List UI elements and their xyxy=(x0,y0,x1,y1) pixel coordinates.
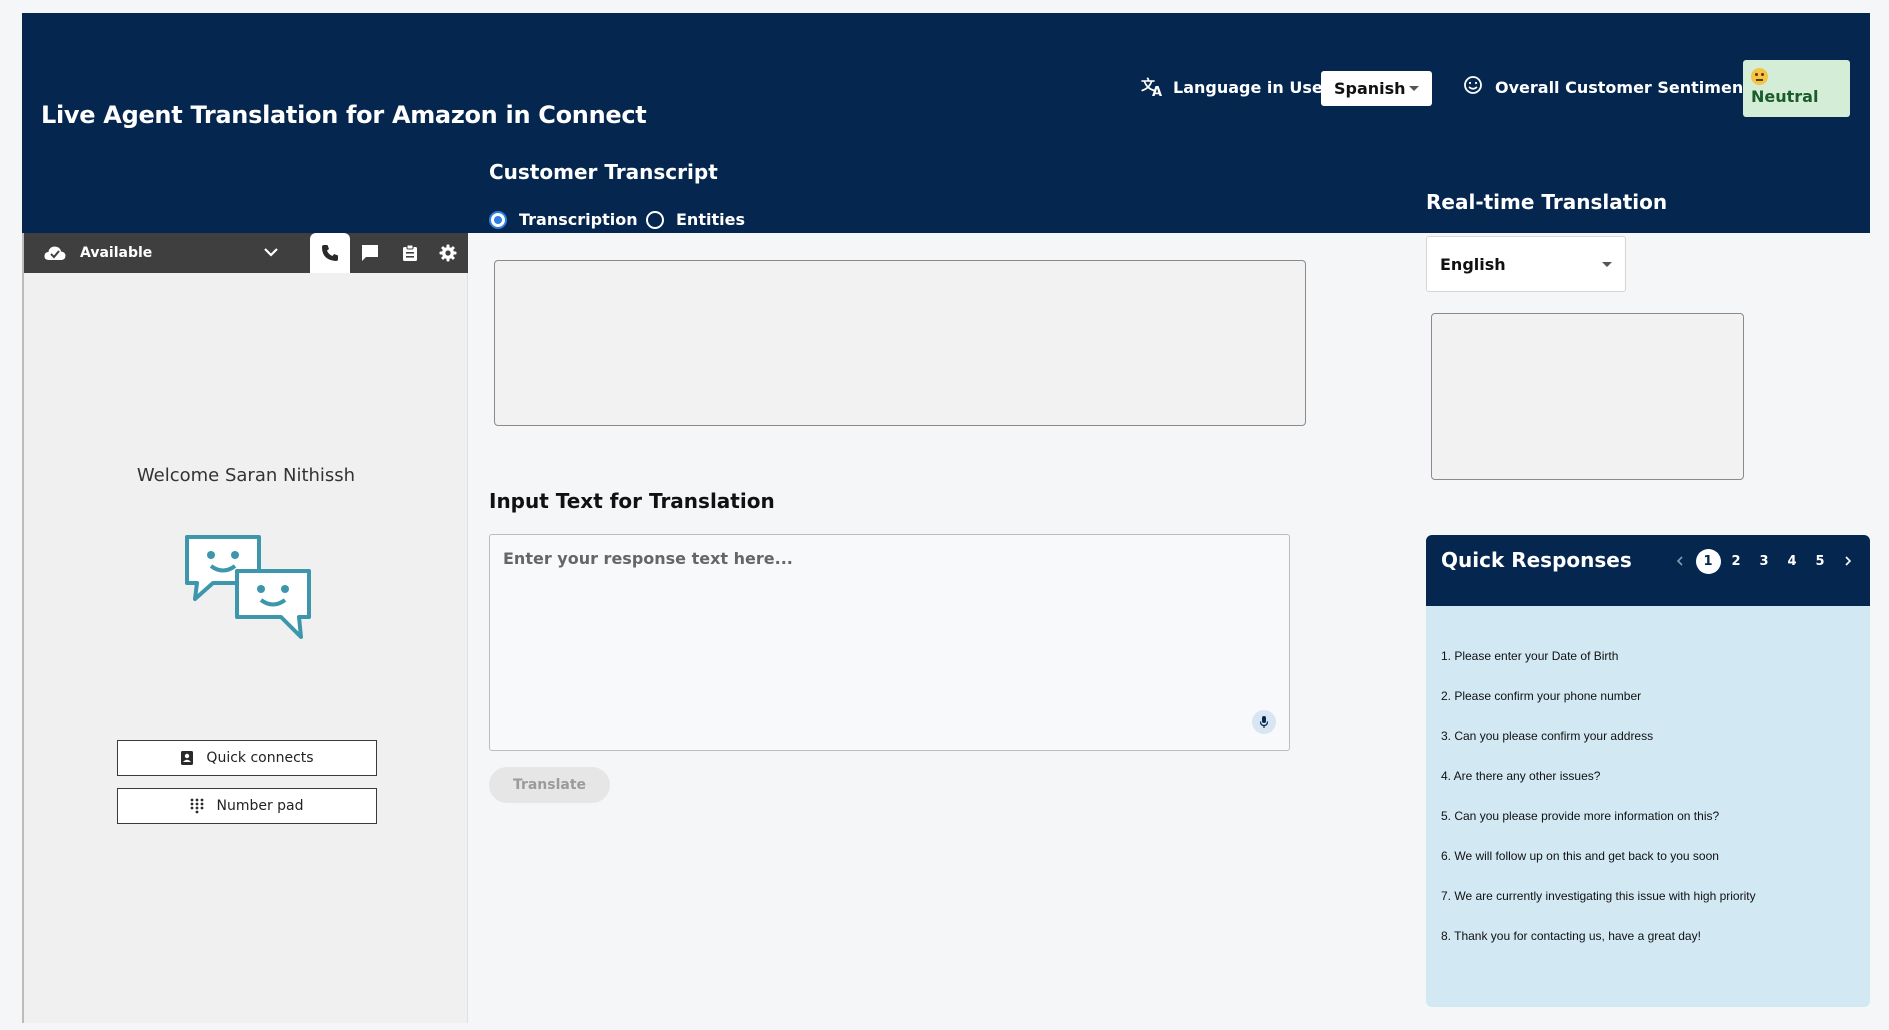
keypad-icon xyxy=(191,798,204,814)
sentiment-badge: Neutral xyxy=(1743,60,1850,117)
response-input-placeholder: Enter your response text here... xyxy=(503,549,793,568)
agent-status-dropdown[interactable]: Available xyxy=(44,233,152,273)
page-title: Live Agent Translation for Amazon in Con… xyxy=(41,101,647,129)
quick-response-item[interactable]: 2. Please confirm your phone number xyxy=(1441,689,1861,729)
sentiment-label: Overall Customer Sentiment: xyxy=(1495,78,1758,97)
svg-text:A: A xyxy=(1152,85,1162,97)
language-in-use-select[interactable]: Spanish xyxy=(1321,71,1432,106)
sentiment-value: Neutral xyxy=(1751,87,1819,106)
translate-icon: 文A xyxy=(1141,75,1165,103)
chat-bots-icon xyxy=(185,535,311,639)
page-2-button[interactable]: 2 xyxy=(1722,547,1750,575)
translate-button[interactable]: Translate xyxy=(489,767,610,803)
realtime-translation-title: Real-time Translation xyxy=(1426,190,1668,214)
input-text-title: Input Text for Translation xyxy=(489,489,775,513)
customer-transcript-title: Customer Transcript xyxy=(489,160,718,184)
radio-checked-icon xyxy=(489,210,507,229)
welcome-message: Welcome Saran Nithissh xyxy=(136,465,356,486)
neutral-face-icon xyxy=(1751,68,1768,85)
tab-tasks[interactable] xyxy=(390,233,430,273)
entities-label: Entities xyxy=(676,210,745,229)
language-in-use-value: Spanish xyxy=(1334,79,1406,98)
chevron-down-icon[interactable] xyxy=(262,243,280,261)
realtime-translation-box[interactable] xyxy=(1431,313,1744,480)
quick-response-item[interactable]: 5. Can you please provide more informati… xyxy=(1441,809,1861,849)
quick-connects-button[interactable]: Quick connects xyxy=(117,740,377,776)
page-1-button[interactable]: 1 xyxy=(1694,547,1722,575)
quick-response-item[interactable]: 7. We are currently investigating this i… xyxy=(1441,889,1861,929)
tab-settings[interactable] xyxy=(428,233,468,273)
quick-response-item[interactable]: 6. We will follow up on this and get bac… xyxy=(1441,849,1861,889)
contact-control-panel: Available Welcome Saran Nithissh Quick c… xyxy=(22,233,468,1023)
number-pad-button[interactable]: Number pad xyxy=(117,788,377,824)
quick-response-item[interactable]: 3. Can you please confirm your address xyxy=(1441,729,1861,769)
customer-transcript-box[interactable] xyxy=(494,260,1306,426)
page-4-button[interactable]: 4 xyxy=(1778,547,1806,575)
response-text-input[interactable]: Enter your response text here... xyxy=(489,534,1290,751)
chevron-left-icon xyxy=(1676,556,1683,566)
quick-response-item[interactable]: 1. Please enter your Date of Birth xyxy=(1441,649,1861,689)
page-3-button[interactable]: 3 xyxy=(1750,547,1778,575)
microphone-button[interactable] xyxy=(1252,710,1276,734)
transcription-radio[interactable]: Transcription xyxy=(489,210,638,229)
header-bar: Live Agent Translation for Amazon in Con… xyxy=(22,13,1870,233)
tab-chat[interactable] xyxy=(350,233,390,273)
pagination: 1 2 3 4 5 xyxy=(1666,547,1862,575)
clipboard-icon xyxy=(403,244,417,261)
tab-phone[interactable] xyxy=(310,233,350,273)
quick-connects-label: Quick connects xyxy=(206,750,314,766)
agent-status-label: Available xyxy=(80,245,153,261)
quick-responses-header: Quick Responses 1 2 3 4 5 xyxy=(1426,535,1870,606)
next-page-button[interactable] xyxy=(1834,547,1862,575)
target-language-select[interactable]: English xyxy=(1426,236,1626,292)
target-language-value: English xyxy=(1440,254,1506,274)
quick-responses-panel: Quick Responses 1 2 3 4 5 1. Please ente… xyxy=(1426,535,1870,1007)
microphone-icon xyxy=(1259,716,1269,728)
phone-icon xyxy=(322,245,338,261)
quick-responses-title: Quick Responses xyxy=(1441,548,1632,572)
page-5-button[interactable]: 5 xyxy=(1806,547,1834,575)
number-pad-label: Number pad xyxy=(216,798,304,814)
language-in-use-label: Language in Use: xyxy=(1173,78,1330,97)
smile-icon xyxy=(1464,76,1482,94)
prev-page-button[interactable] xyxy=(1666,547,1694,575)
app-root: Live Agent Translation for Amazon in Con… xyxy=(22,13,1870,1023)
address-book-icon xyxy=(181,751,194,765)
chevron-right-icon xyxy=(1845,556,1852,566)
transcription-label: Transcription xyxy=(519,210,638,229)
caret-down-icon xyxy=(1602,261,1612,267)
page-1-label: 1 xyxy=(1695,548,1721,574)
gear-icon xyxy=(439,244,457,262)
caret-down-icon xyxy=(1409,86,1419,91)
cloud-check-icon xyxy=(44,246,66,260)
entities-radio[interactable]: Entities xyxy=(646,210,745,229)
chat-icon xyxy=(362,245,378,261)
radio-unchecked-icon xyxy=(646,210,664,229)
quick-responses-list: 1. Please enter your Date of Birth 2. Pl… xyxy=(1441,649,1861,969)
quick-response-item[interactable]: 4. Are there any other issues? xyxy=(1441,769,1861,809)
ccp-toolbar: Available xyxy=(24,233,468,273)
quick-response-item[interactable]: 8. Thank you for contacting us, have a g… xyxy=(1441,929,1861,969)
